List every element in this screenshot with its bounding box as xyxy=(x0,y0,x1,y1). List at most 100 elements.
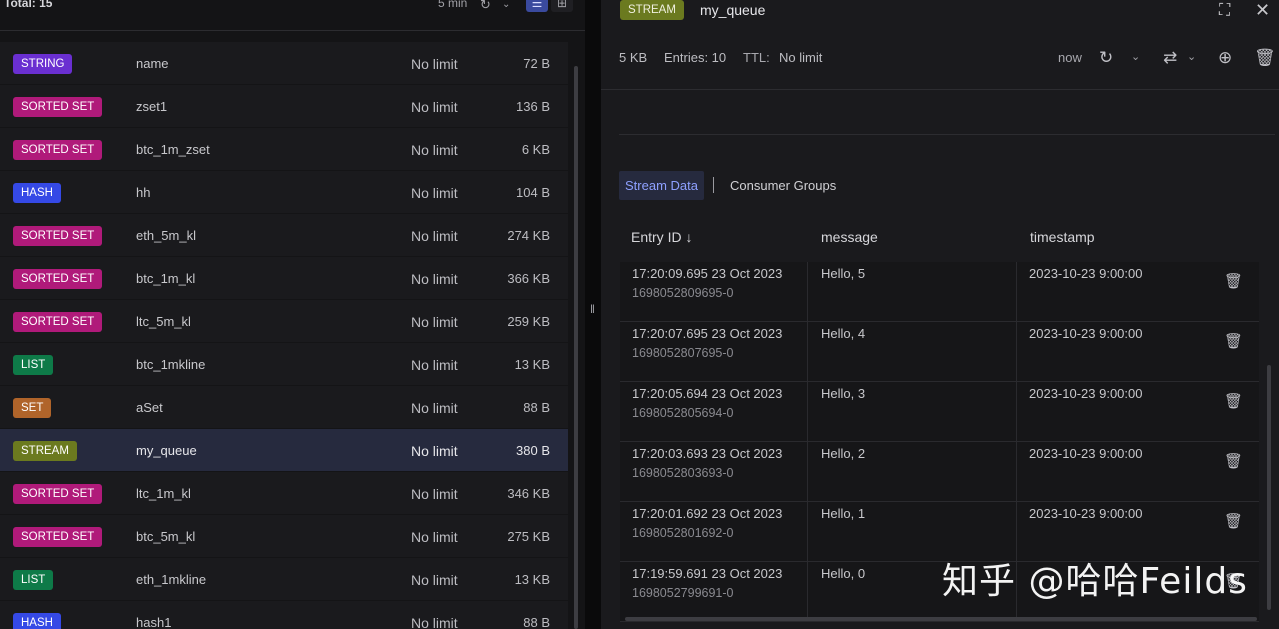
tab-consumer-groups[interactable]: Consumer Groups xyxy=(730,178,836,193)
key-row[interactable]: SORTED SET btc_1m_zset No limit 6 KB xyxy=(0,128,568,171)
key-name: btc_1m_zset xyxy=(136,142,210,157)
message-cell[interactable]: Hello, 3 xyxy=(808,382,1017,442)
key-row[interactable]: SORTED SET ltc_5m_kl No limit 259 KB xyxy=(0,300,568,343)
key-name: aSet xyxy=(136,400,163,415)
key-type-badge: SORTED SET xyxy=(13,269,103,289)
message-value: Hello, 1 xyxy=(821,506,866,521)
timestamp-value: 2023-10-23 9:00:00 xyxy=(1029,326,1143,341)
entry-id: 1698052799691-0 xyxy=(632,586,734,600)
message-value: Hello, 2 xyxy=(821,446,866,461)
key-row[interactable]: LIST btc_1mkline No limit 13 KB xyxy=(0,343,568,386)
tab-divider xyxy=(713,177,714,193)
message-cell[interactable]: Hello, 2 xyxy=(808,442,1017,502)
key-ttl: No limit xyxy=(411,400,458,416)
key-row[interactable]: SET aSet No limit 88 B xyxy=(0,386,568,429)
key-size: 88 B xyxy=(523,615,550,629)
stream-entry-row[interactable]: 17:20:07.695 23 Oct 2023 1698052807695-0 H… xyxy=(620,322,1259,382)
key-type-badge: STRING xyxy=(13,54,73,74)
tab-stream-data[interactable]: Stream Data xyxy=(619,171,704,200)
key-name: ltc_5m_kl xyxy=(136,314,191,329)
key-row[interactable]: SORTED SET eth_5m_kl No limit 274 KB xyxy=(0,214,568,257)
key-row[interactable]: STREAM my_queue No limit 380 B xyxy=(0,429,568,472)
chevron-down-icon[interactable]: ⌄ xyxy=(502,0,510,10)
key-name: hash1 xyxy=(136,615,172,629)
tree-view-icon[interactable]: ⊞ xyxy=(551,0,573,12)
delete-entry-icon[interactable]: 🗑 xyxy=(1224,452,1243,470)
entry-id-cell: 17:20:05.694 23 Oct 2023 1698052805694-0 xyxy=(620,382,808,442)
browser-toolbar: Total: 15 5 min ↻ ⌄ ☰ ⊞ xyxy=(0,0,585,31)
key-name: zset1 xyxy=(136,99,168,114)
stream-entry-row[interactable]: 17:20:09.695 23 Oct 2023 1698052809695-0 H… xyxy=(620,262,1259,322)
sort-arrow-icon: ↓ xyxy=(685,229,693,245)
key-type-badge: STREAM xyxy=(13,441,77,461)
key-ttl: No limit xyxy=(411,615,458,629)
key-type-badge: SORTED SET xyxy=(13,226,103,246)
key-browser-panel: Total: 15 5 min ↻ ⌄ ☰ ⊞ STRING name No lim… xyxy=(0,0,585,629)
delete-entry-icon[interactable]: 🗑 xyxy=(1224,332,1243,350)
key-ttl: No limit xyxy=(411,271,458,287)
entries-horizontal-scrollbar[interactable] xyxy=(625,617,1257,621)
add-entry-icon[interactable]: ⊕ xyxy=(1218,48,1232,68)
entry-id: 1698052807695-0 xyxy=(632,346,734,360)
key-row[interactable]: SORTED SET btc_5m_kl No limit 275 KB xyxy=(0,515,568,558)
splitter-grip-icon[interactable]: ‖ xyxy=(590,302,596,316)
message-cell[interactable]: Hello, 5 xyxy=(808,262,1017,322)
delete-key-icon[interactable]: 🗑 xyxy=(1254,48,1276,68)
key-ttl: No limit xyxy=(411,529,458,545)
delete-entry-icon[interactable]: 🗑 xyxy=(1224,512,1243,530)
key-size: 104 B xyxy=(516,185,550,200)
delete-entry-icon[interactable]: 🗑 xyxy=(1224,272,1243,290)
entries-scrollbar[interactable] xyxy=(1267,365,1271,610)
entry-id-cell: 17:20:01.692 23 Oct 2023 1698052801692-0 xyxy=(620,502,808,562)
list-view-icon[interactable]: ☰ xyxy=(526,0,548,12)
entry-id-cell: 17:19:59.691 23 Oct 2023 1698052799691-0 xyxy=(620,562,808,622)
key-size: 6 KB xyxy=(521,142,550,157)
entry-date: 17:20:05.694 23 Oct 2023 xyxy=(632,386,783,401)
timestamp-cell[interactable]: 2023-10-23 9:00:00 🗑 xyxy=(1017,322,1259,382)
close-icon[interactable]: ✕ xyxy=(1255,0,1270,21)
key-size: 5 KB xyxy=(619,50,648,65)
entry-date: 17:20:07.695 23 Oct 2023 xyxy=(632,326,783,341)
key-row[interactable]: SORTED SET btc_1m_kl No limit 366 KB xyxy=(0,257,568,300)
timestamp-cell[interactable]: 2023-10-23 9:00:00 🗑 xyxy=(1017,262,1259,322)
key-size: 259 KB xyxy=(507,314,550,329)
format-switch-icon[interactable]: ⇄ xyxy=(1163,48,1177,68)
fullscreen-icon[interactable]: ⛶ xyxy=(1219,2,1230,20)
watermark-text: 知乎 @哈哈Feilds xyxy=(942,561,1248,602)
key-details-panel: STREAM my_queue ⛶ ✕ 5 KB Entries: 10 TTL… xyxy=(601,0,1279,629)
timestamp-cell[interactable]: 2023-10-23 9:00:00 🗑 xyxy=(1017,442,1259,502)
key-row[interactable]: HASH hh No limit 104 B xyxy=(0,171,568,214)
chevron-down-icon[interactable]: ⌄ xyxy=(1131,50,1140,63)
key-ttl: No limit xyxy=(411,185,458,201)
key-name: eth_1mkline xyxy=(136,572,207,587)
key-type-badge: SET xyxy=(13,398,52,418)
key-list-scrollbar[interactable] xyxy=(574,66,578,629)
key-row[interactable]: SORTED SET ltc_1m_kl No limit 346 KB xyxy=(0,472,568,515)
timestamp-cell[interactable]: 2023-10-23 9:00:00 🗑 xyxy=(1017,382,1259,442)
stream-entry-row[interactable]: 17:20:05.694 23 Oct 2023 1698052805694-0 H… xyxy=(620,382,1259,442)
key-row[interactable]: LIST eth_1mkline No limit 13 KB xyxy=(0,558,568,601)
refresh-icon[interactable]: ↻ xyxy=(480,0,491,13)
divider xyxy=(601,89,1279,90)
delete-entry-icon[interactable]: 🗑 xyxy=(1224,392,1243,410)
column-header-entry-id[interactable]: Entry ID ↓ xyxy=(631,229,692,245)
refresh-icon[interactable]: ↻ xyxy=(1099,48,1113,68)
key-ttl: No limit xyxy=(411,314,458,330)
key-ttl: No limit xyxy=(411,142,458,158)
key-size: 13 KB xyxy=(514,572,550,587)
key-name-title: my_queue xyxy=(700,2,766,18)
key-type-badge: HASH xyxy=(13,613,61,629)
entry-id-cell: 17:20:07.695 23 Oct 2023 1698052807695-0 xyxy=(620,322,808,382)
stream-entry-row[interactable]: 17:20:03.693 23 Oct 2023 1698052803693-0 H… xyxy=(620,442,1259,502)
key-type-badge: SORTED SET xyxy=(13,140,103,160)
chevron-down-icon[interactable]: ⌄ xyxy=(1187,50,1196,63)
entry-id: 1698052801692-0 xyxy=(632,526,734,540)
key-row[interactable]: HASH hash1 No limit 88 B xyxy=(0,601,568,629)
message-cell[interactable]: Hello, 4 xyxy=(808,322,1017,382)
entry-id: 1698052805694-0 xyxy=(632,406,734,420)
key-name: hh xyxy=(136,185,151,200)
key-row[interactable]: SORTED SET zset1 No limit 136 B xyxy=(0,85,568,128)
last-refresh-label: 5 min xyxy=(438,0,468,10)
key-name: btc_1m_kl xyxy=(136,271,196,286)
key-row[interactable]: STRING name No limit 72 B xyxy=(0,42,568,85)
